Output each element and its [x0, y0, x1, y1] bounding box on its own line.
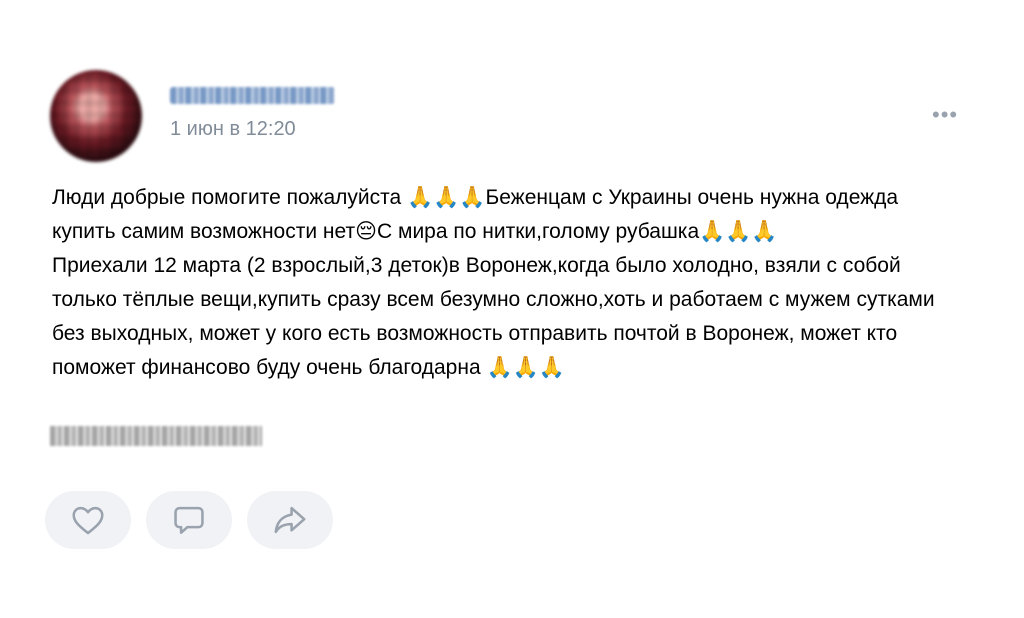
more-options-icon[interactable]: •••: [932, 104, 958, 126]
blurred-hashtags: [50, 426, 262, 446]
share-icon: [274, 506, 306, 534]
post-text: Люди добрые помогите пожалуйста 🙏🙏🙏Бежен…: [52, 186, 935, 379]
post-date[interactable]: 1 июн в 12:20: [170, 118, 296, 141]
comment-button[interactable]: [146, 491, 232, 549]
like-button[interactable]: [45, 491, 131, 549]
author-avatar[interactable]: [50, 70, 142, 162]
comment-icon: [174, 506, 204, 534]
author-name-blurred[interactable]: [170, 87, 335, 104]
heart-icon: [72, 506, 104, 535]
share-button[interactable]: [247, 491, 333, 549]
